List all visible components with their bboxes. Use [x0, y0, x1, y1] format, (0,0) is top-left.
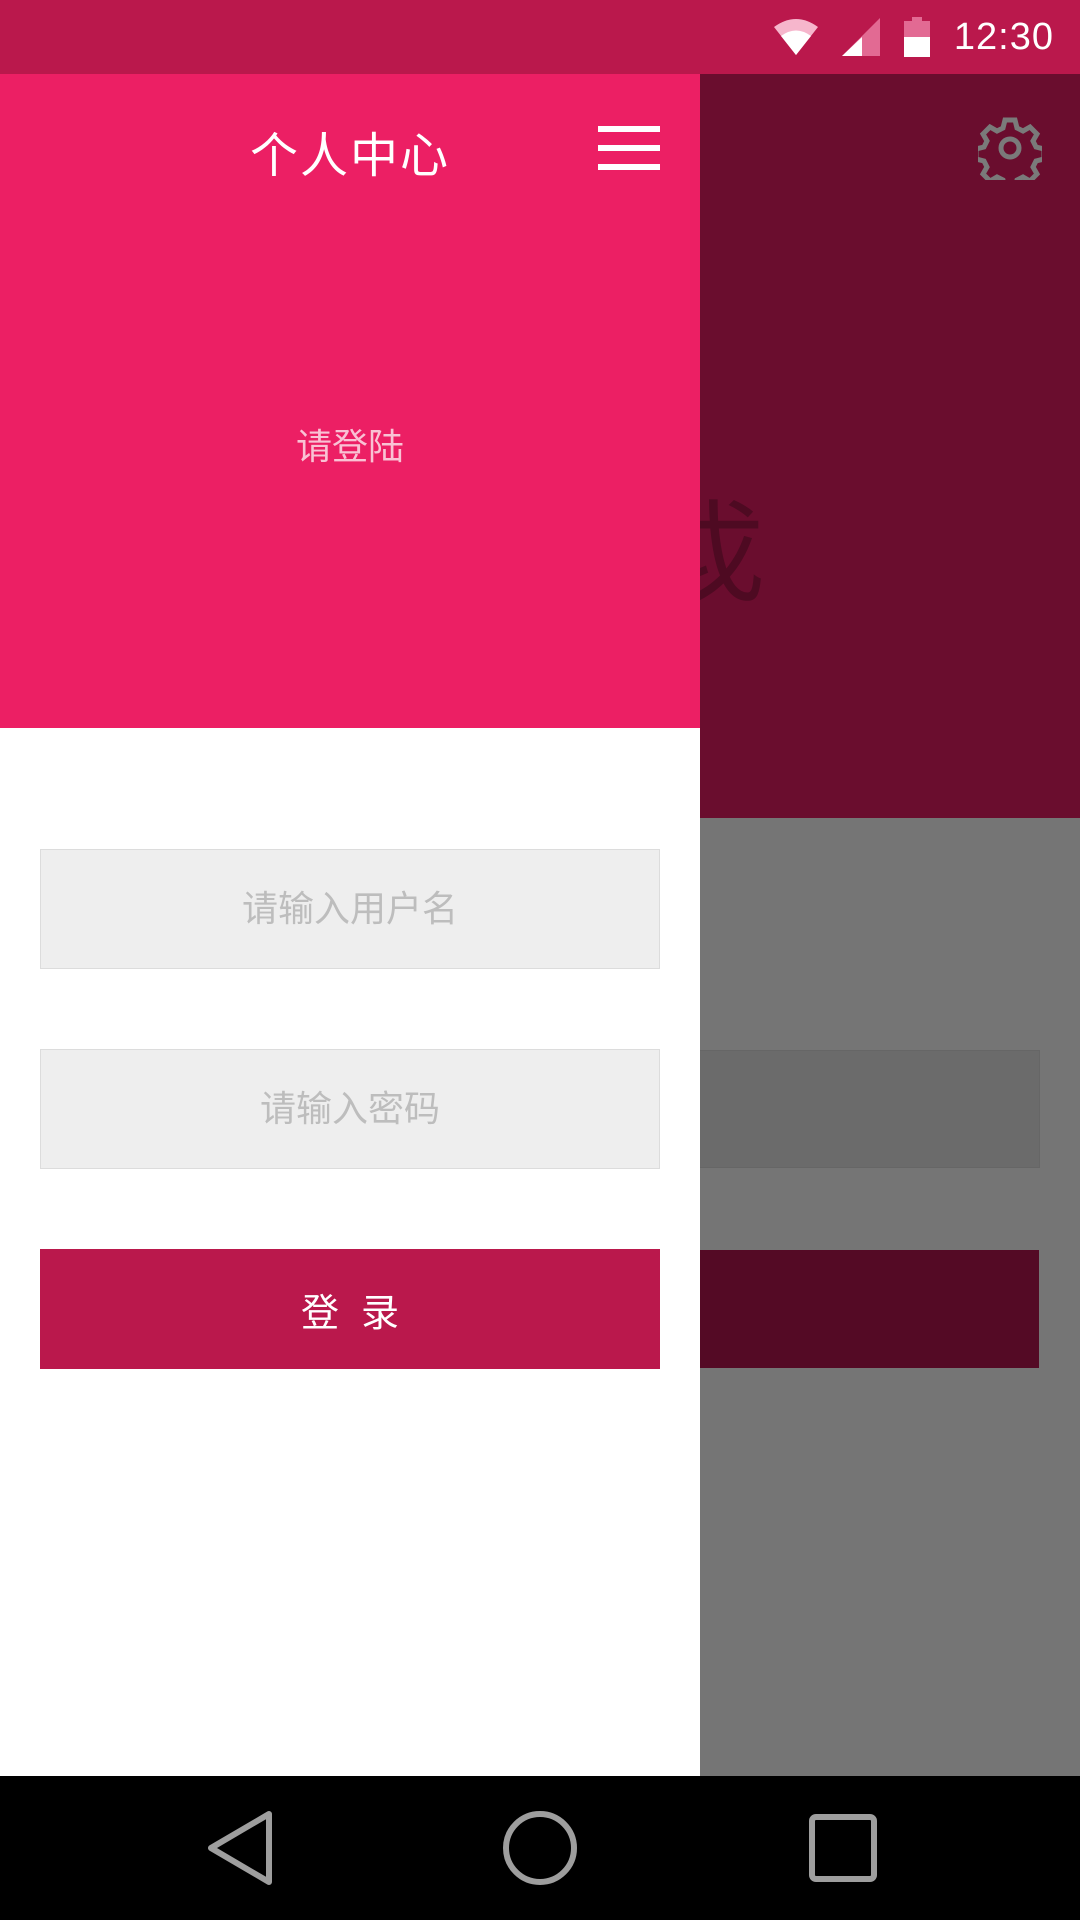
recent-apps-icon[interactable] [763, 1776, 923, 1920]
username-input[interactable] [40, 849, 660, 969]
navigation-drawer: 个人中心 请登陆 登录 [0, 74, 700, 1776]
login-prompt[interactable]: 请登陆 [0, 418, 700, 470]
wifi-icon [773, 19, 818, 55]
system-nav-bar [0, 1776, 1080, 1920]
drawer-header: 个人中心 请登陆 [0, 74, 700, 728]
login-button[interactable]: 登录 [40, 1249, 660, 1369]
home-icon[interactable] [460, 1776, 620, 1920]
background-input [640, 1050, 1040, 1168]
battery-icon [903, 17, 930, 57]
cell-signal-icon [841, 18, 880, 56]
status-bar: 12:30 [0, 0, 1080, 74]
password-input[interactable] [40, 1049, 660, 1169]
hamburger-menu-icon[interactable] [598, 126, 660, 170]
drawer-title: 个人中心 [249, 128, 450, 184]
status-time: 12:30 [953, 15, 1054, 58]
status-icons: 12:30 [773, 0, 1054, 74]
back-icon[interactable] [160, 1776, 320, 1920]
gear-icon[interactable] [973, 116, 1047, 191]
